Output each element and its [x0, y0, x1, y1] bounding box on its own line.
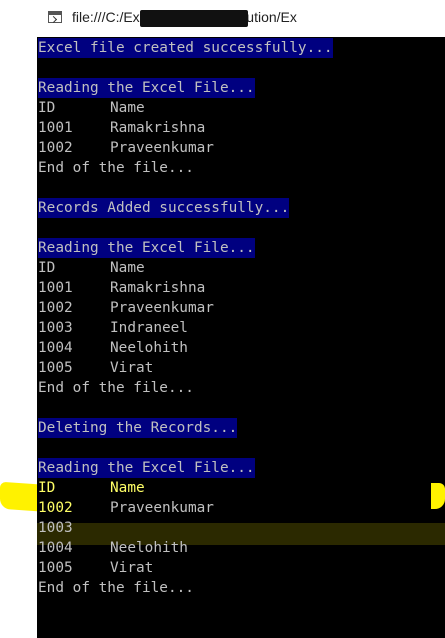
- table-header-row: ID Name: [38, 98, 368, 118]
- row-id: 1004: [38, 540, 73, 556]
- read-header-1: Reading the Excel File...: [38, 78, 255, 98]
- table-row: 1002 Praveenkumar: [38, 498, 368, 518]
- table-row: 1002 Praveenkumar: [38, 298, 368, 318]
- highlighter-mark-left: [0, 481, 37, 512]
- redacted-path-block: [140, 10, 248, 27]
- message-file-created: Excel file created successfully...: [38, 38, 333, 58]
- column-header-name: Name: [110, 100, 145, 116]
- table-header-row: ID Name: [38, 478, 368, 498]
- table-header-row: ID Name: [38, 258, 368, 278]
- row-id: 1005: [38, 560, 73, 576]
- row-id: 1001: [38, 120, 73, 136]
- column-header-id: ID: [38, 100, 56, 116]
- row-id: 1002: [38, 300, 73, 316]
- table-row: 1001 Ramakrishna: [38, 278, 368, 298]
- row-name: Neelohith: [110, 340, 188, 356]
- end-of-file-3: End of the file...: [38, 580, 194, 596]
- row-id: 1003: [38, 320, 73, 336]
- column-header-name: Name: [110, 480, 145, 496]
- row-name: Ramakrishna: [110, 120, 206, 136]
- console-output: Excel file created successfully... Readi…: [37, 37, 445, 638]
- end-of-file-2: End of the file...: [38, 380, 194, 396]
- end-of-file-1: End of the file...: [38, 160, 194, 176]
- window-title-bar: file:///C:/ExcelOperationsSolution/Ex: [0, 0, 445, 37]
- message-deleting-records: Deleting the Records...: [38, 418, 238, 438]
- table-row: 1003 Indraneel: [38, 318, 368, 338]
- row-name: Ramakrishna: [110, 280, 206, 296]
- row-name: Neelohith: [110, 540, 188, 556]
- row-name: Virat: [110, 560, 154, 576]
- table-row: 1005 Virat: [38, 358, 368, 378]
- table-row: 1004 Neelohith: [38, 538, 368, 558]
- message-records-added: Records Added successfully...: [38, 198, 290, 218]
- row-id: 1004: [38, 340, 73, 356]
- column-header-name: Name: [110, 260, 145, 276]
- row-id: 1002: [38, 140, 73, 156]
- column-header-id: ID: [38, 480, 56, 496]
- table-row: 1005 Virat: [38, 558, 368, 578]
- console-app-icon: [48, 11, 62, 24]
- row-id: 1002: [38, 500, 73, 516]
- row-name: Praveenkumar: [110, 500, 214, 516]
- table-row: 1003: [38, 518, 368, 538]
- highlighter-mark-right: [431, 483, 445, 509]
- read-header-2: Reading the Excel File...: [38, 238, 255, 258]
- row-name: Virat: [110, 360, 154, 376]
- row-id: 1005: [38, 360, 73, 376]
- row-id: 1003: [38, 520, 73, 536]
- row-id: 1001: [38, 280, 73, 296]
- table-row: 1004 Neelohith: [38, 338, 368, 358]
- table-row: 1002 Praveenkumar: [38, 138, 368, 158]
- row-name: Praveenkumar: [110, 300, 214, 316]
- column-header-id: ID: [38, 260, 56, 276]
- row-name: Praveenkumar: [110, 140, 214, 156]
- table-row: 1001 Ramakrishna: [38, 118, 368, 138]
- read-header-3: Reading the Excel File...: [38, 458, 255, 478]
- row-name: Indraneel: [110, 320, 188, 336]
